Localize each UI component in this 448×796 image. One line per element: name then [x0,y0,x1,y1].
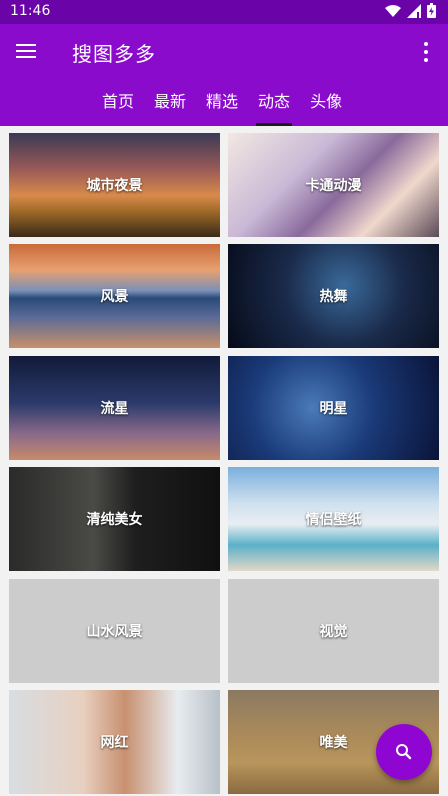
category-card[interactable]: 流星 [9,356,220,460]
category-card[interactable]: 热舞 [228,244,439,348]
category-label: 明星 [319,401,348,417]
tab-label: 动态 [258,92,291,111]
menu-button[interactable] [14,40,40,64]
tab-label: 头像 [310,92,343,111]
category-label: 情侣壁纸 [305,512,362,528]
tab-avatar[interactable]: 头像 [300,80,352,126]
category-label: 山水风景 [86,624,143,640]
category-label: 视觉 [319,624,348,640]
status-bar: 11:46 [0,0,448,24]
search-icon [396,744,412,760]
app-bar: 搜图多多 [0,24,448,80]
category-card[interactable]: 卡通动漫 [228,133,439,237]
more-options-button[interactable] [416,38,436,66]
app-title: 搜图多多 [72,42,156,66]
search-fab[interactable] [376,724,432,780]
category-label: 网红 [100,735,129,751]
category-label: 卡通动漫 [305,178,362,194]
category-card[interactable]: 明星 [228,356,439,460]
category-card[interactable]: 风景 [9,244,220,348]
signal-icon [407,3,421,18]
status-icons [385,3,436,18]
tab-bar: 首页 最新 精选 动态 头像 [0,80,448,126]
tab-label: 最新 [154,92,187,111]
category-label: 热舞 [319,289,348,305]
tab-featured[interactable]: 精选 [196,80,248,126]
category-grid: 城市夜景 卡通动漫 风景 热舞 流星 明星 清纯美女 情侣壁纸 山水风景 视觉 … [0,126,448,796]
category-label: 流星 [100,401,129,417]
wifi-icon [385,4,401,17]
tab-latest[interactable]: 最新 [144,80,196,126]
status-time: 11:46 [10,3,51,19]
category-label: 城市夜景 [86,178,143,194]
tab-dynamic[interactable]: 动态 [248,80,300,126]
category-card[interactable]: 城市夜景 [9,133,220,237]
category-card[interactable]: 网红 [9,690,220,794]
category-card[interactable]: 视觉 [228,579,439,683]
tab-label: 精选 [206,92,239,111]
category-label: 清纯美女 [86,512,143,528]
category-label: 风景 [100,289,129,305]
tab-home[interactable]: 首页 [92,80,144,126]
category-card[interactable]: 山水风景 [9,579,220,683]
battery-icon [427,3,436,18]
category-card[interactable]: 情侣壁纸 [228,467,439,571]
tab-label: 首页 [102,92,135,111]
tabs: 首页 最新 精选 动态 头像 [92,80,352,126]
category-card[interactable]: 清纯美女 [9,467,220,571]
